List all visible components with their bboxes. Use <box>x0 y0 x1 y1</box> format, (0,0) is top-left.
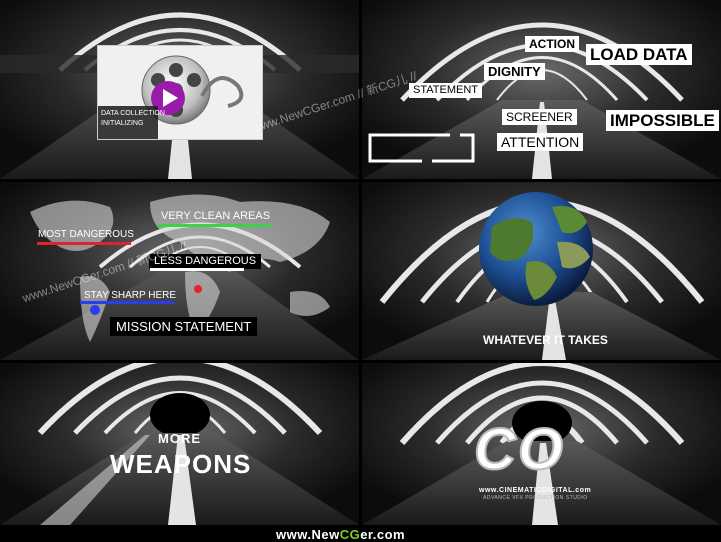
card-line-1: DATA COLLECTION <box>101 110 165 117</box>
word-statement: STATEMENT <box>409 83 482 98</box>
frame-globe: WHATEVER IT TAKES <box>362 182 721 360</box>
frame-data-collection: DATA COLLECTION INITIALIZING <box>0 0 359 179</box>
footer-mid2: CG <box>339 527 361 542</box>
frame-logo: CO www.CINEMATICDIGITAL.com ADVANCE VFX … <box>362 363 721 525</box>
label-mission-statement: MISSION STATEMENT <box>110 317 258 336</box>
word-dignity: DIGNITY <box>484 63 545 80</box>
word-impossible: IMPOSSIBLE <box>606 110 719 131</box>
blue-indicator-bar <box>80 301 174 304</box>
caption-whatever-it-takes: WHATEVER IT TAKES <box>483 333 608 347</box>
title-more: MORE <box>158 431 201 446</box>
frame-more-weapons: MORE WEAPONS <box>0 363 359 525</box>
green-indicator-bar <box>158 224 271 227</box>
card-line-2: INITIALIZING <box>101 120 144 127</box>
white-indicator-bar <box>150 268 244 271</box>
word-load-data: LOAD DATA <box>586 44 692 65</box>
info-card: DATA COLLECTION INITIALIZING <box>97 45 263 140</box>
word-attention: ATTENTION <box>497 133 584 151</box>
frame-world-map: MOST DANGEROUS VERY CLEAN AREAS LESS DAN… <box>0 182 359 360</box>
footer-suffix: er.com <box>360 527 406 542</box>
label-very-clean-areas: VERY CLEAN AREAS <box>161 210 271 222</box>
title-weapons: WEAPONS <box>110 449 252 479</box>
word-action: ACTION <box>525 36 579 52</box>
word-screener: SCREENER <box>502 109 577 125</box>
red-indicator-bar <box>37 242 131 245</box>
logo-url: www.CINEMATICDIGITAL.com <box>479 487 592 494</box>
label-most-dangerous: MOST DANGEROUS <box>38 229 134 240</box>
logo-co: CO <box>473 417 565 482</box>
earth-globe <box>479 192 593 306</box>
footer-mid1: New <box>311 527 340 542</box>
footer-site-credit: www.NewCGer.com <box>276 527 405 542</box>
footer-prefix: www. <box>276 527 312 542</box>
frame-word-cloud: ACTION LOAD DATA DIGNITY STATEMENT SCREE… <box>362 0 721 179</box>
logo-tagline: ADVANCE VFX PRODUCTION STUDIO <box>483 495 588 501</box>
